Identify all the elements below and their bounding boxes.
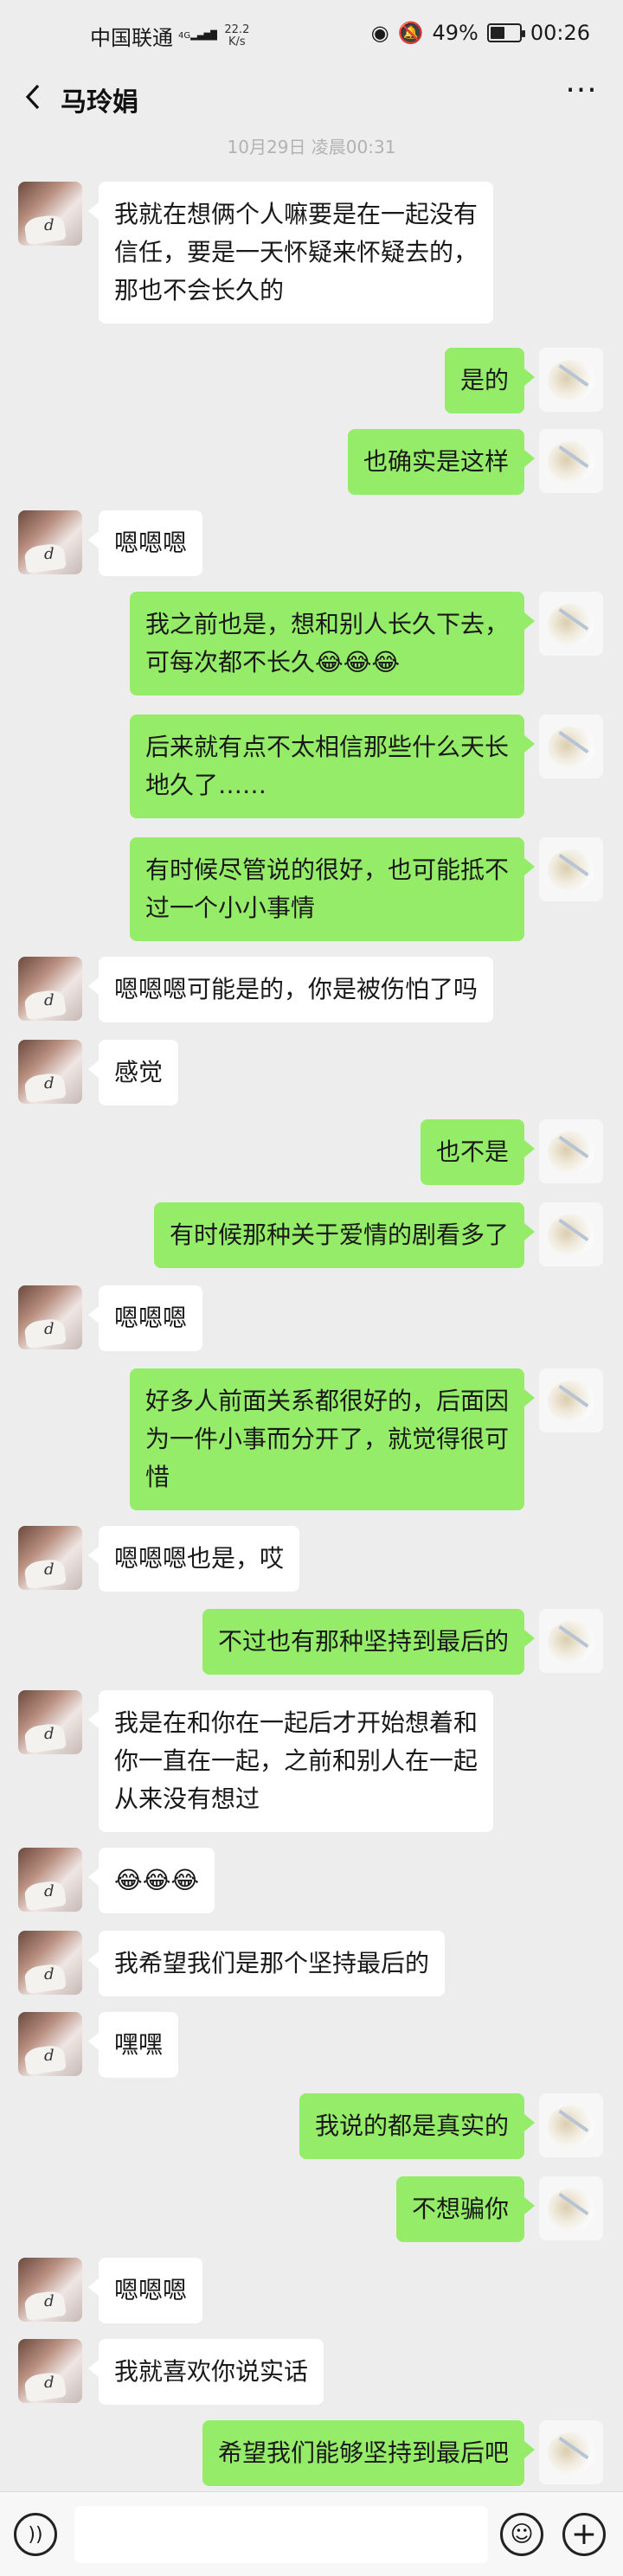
message-bubble[interactable]: 嗯嗯嗯也是，哎 [87,1526,300,1592]
chat-header: 马玲娟 ··· [0,69,623,125]
input-bar: )) ☺ + [0,2491,623,2576]
contact-avatar[interactable] [18,182,82,246]
contact-avatar[interactable] [18,1690,82,1754]
message-bubble[interactable]: 有时候尽管说的很好，也可能抵不 过一个小小事情 [129,837,536,941]
status-right: ◉ 🔕 49% 00:26 [371,21,590,45]
carrier-name: 中国联通 [90,26,173,50]
status-left: 中国联通 4G▂▄▆█ 22.2 K/s [90,21,252,51]
message-bubble[interactable]: 我之前也是，想和别人长久下去， 可每次都不长久😂😂😂 [129,592,536,695]
message-bubble[interactable]: 后来就有点不太相信那些什么天长 地久了…… [129,714,536,818]
message-bubble[interactable]: 我就喜欢你说实话 [87,2339,324,2405]
my-avatar[interactable] [539,2176,603,2240]
my-avatar[interactable] [539,1609,603,1673]
message-bubble[interactable]: 希望我们能够坚持到最后吧 [202,2420,536,2486]
message-bubble[interactable]: 我希望我们是那个坚持最后的 [87,1931,446,1996]
message-bubble[interactable]: 我就在想俩个人嘛要是在一起没有 信任，要是一天怀疑来怀疑去的， 那也不会长久的 [87,182,494,324]
message-bubble[interactable]: 也确实是这样 [347,429,536,495]
plus-icon: + [570,2516,598,2552]
my-avatar[interactable] [539,2420,603,2484]
message-bubble[interactable]: 好多人前面关系都很好的，后面因 为一件小事而分开了，就觉得很可 惜 [129,1368,536,1510]
contact-avatar[interactable] [18,1040,82,1104]
battery-percent: 49% [432,21,478,45]
signal-bars-icon: 4G▂▄▆█ [178,30,217,41]
contact-avatar[interactable] [18,2258,82,2322]
my-avatar[interactable] [539,592,603,656]
time-divider: 10月29日 凌晨00:31 [227,137,396,157]
message-bubble[interactable]: 也不是 [420,1119,536,1185]
contact-avatar[interactable] [18,1285,82,1349]
message-bubble[interactable]: 是的 [444,348,536,413]
my-avatar[interactable] [539,1368,603,1432]
message-bubble[interactable]: 嗯嗯嗯 [87,510,203,576]
message-bubble[interactable]: 嗯嗯嗯 [87,2258,203,2323]
chat-title: 马玲娟 [61,87,138,118]
message-bubble[interactable]: 不想骗你 [395,2176,536,2242]
voice-icon: )) [28,2523,43,2546]
eye-comfort-icon: ◉ [370,21,389,45]
message-bubble[interactable]: 嗯嗯嗯可能是的，你是被伤怕了吗 [87,957,494,1022]
more-dots-icon: ··· [565,73,598,108]
voice-button[interactable]: )) [14,2513,57,2556]
back-button[interactable] [16,78,50,116]
more-actions-button[interactable]: + [562,2513,606,2556]
message-bubble[interactable]: 我说的都是真实的 [299,2093,536,2159]
message-bubble[interactable]: 我是在和你在一起后才开始想着和 你一直在一起，之前和别人在一起 从来没有想过 [87,1690,494,1832]
message-bubble[interactable]: 感觉 [87,1040,179,1105]
net-speed-unit: K/s [228,35,246,48]
my-avatar[interactable] [539,429,603,493]
net-speed-value: 22.2 [224,22,250,36]
network-speed: 22.2 K/s [222,22,252,48]
message-bubble[interactable]: 😂😂😂 [87,1848,215,1913]
my-avatar[interactable] [539,1119,603,1183]
more-options-button[interactable]: ··· [561,75,602,116]
status-bar: 中国联通 4G▂▄▆█ 22.2 K/s ◉ 🔕 49% 00:26 [0,0,623,69]
battery-icon [486,23,525,42]
my-avatar[interactable] [539,837,603,901]
message-bubble[interactable]: 不过也有那种坚持到最后的 [202,1609,536,1675]
message-bubble[interactable]: 嘿嘿 [87,2012,179,2078]
battery-level-fill [490,27,504,39]
contact-avatar[interactable] [18,510,82,574]
emoji-icon: ☺ [510,2522,534,2547]
message-input[interactable] [74,2506,488,2563]
message-bubble[interactable]: 嗯嗯嗯 [87,1285,203,1351]
contact-avatar[interactable] [18,957,82,1021]
message-bubble[interactable]: 有时候那种关于爱情的剧看多了 [153,1202,536,1268]
contact-avatar[interactable] [18,1848,82,1912]
contact-avatar[interactable] [18,2339,82,2403]
my-avatar[interactable] [539,714,603,779]
emoji-button[interactable]: ☺ [500,2513,543,2556]
clock: 00:26 [530,21,590,45]
my-avatar[interactable] [539,348,603,412]
my-avatar[interactable] [539,1202,603,1266]
contact-avatar[interactable] [18,1526,82,1590]
chevron-left-icon [25,84,40,110]
mute-icon: 🔕 [397,21,424,45]
contact-avatar[interactable] [18,1931,82,1995]
my-avatar[interactable] [539,2093,603,2157]
contact-avatar[interactable] [18,2012,82,2076]
